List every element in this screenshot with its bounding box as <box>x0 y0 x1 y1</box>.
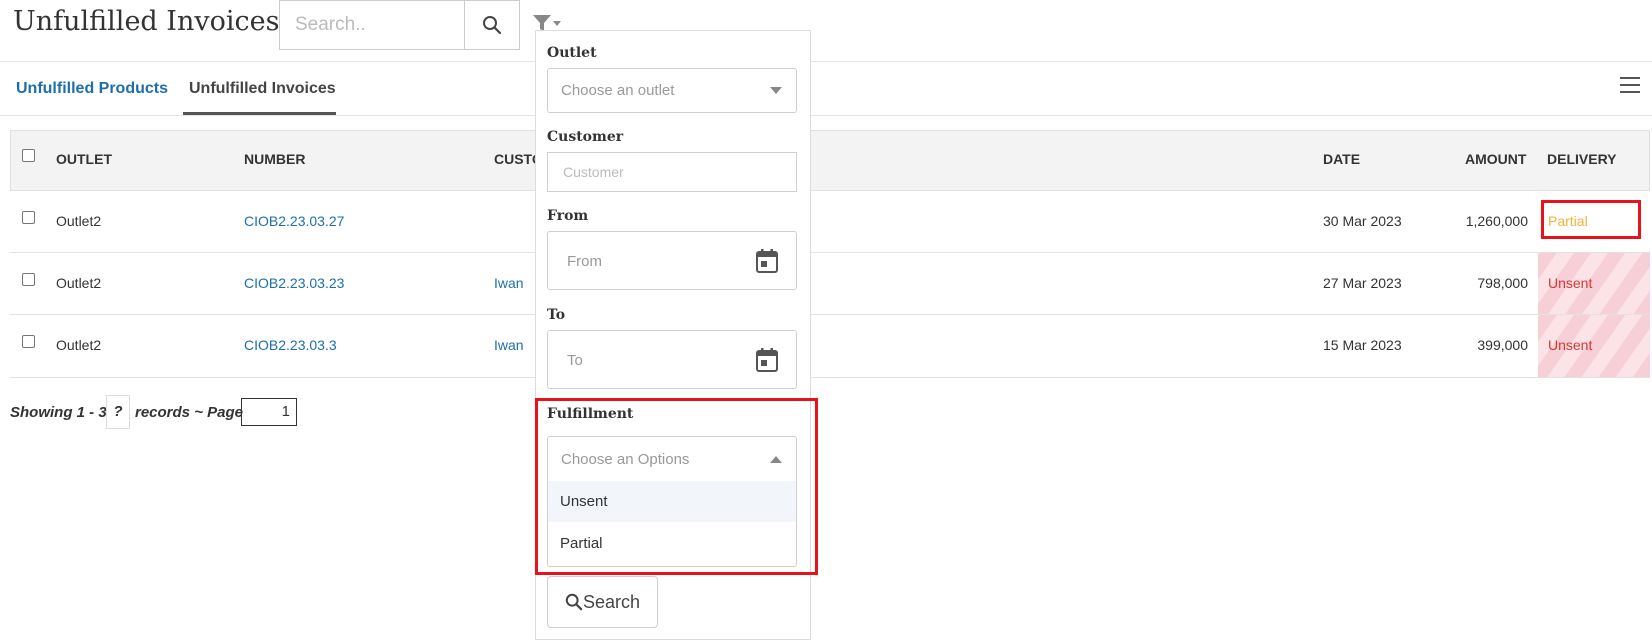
filter-search-button-label: Search <box>582 591 641 612</box>
outlet-label: Outlet <box>547 45 597 61</box>
tabs-divider <box>0 115 1652 116</box>
column-header-outlet[interactable]: OUTLET <box>56 151 112 167</box>
select-all-checkbox[interactable] <box>22 149 35 162</box>
cell-outlet: Outlet2 <box>56 213 102 229</box>
row-checkbox[interactable] <box>22 273 35 286</box>
hamburger-menu-icon[interactable] <box>1620 77 1640 95</box>
search-box <box>279 0 520 50</box>
fulfillment-option-partial[interactable]: Partial <box>548 523 796 564</box>
chevron-down-icon <box>770 87 782 94</box>
cell-date: 30 Mar 2023 <box>1323 213 1402 229</box>
records-summary: Showing 1 - 3 <box>10 404 107 421</box>
customer-input-placeholder: Customer <box>563 164 624 180</box>
fulfillment-label: Fulfillment <box>547 406 634 422</box>
delivery-status-badge: Unsent <box>1548 337 1593 353</box>
customer-link[interactable]: Iwan <box>494 275 524 291</box>
page-title: Unfulfilled Invoices <box>13 6 280 37</box>
to-date-placeholder: To <box>567 352 583 369</box>
row-divider <box>10 314 1650 315</box>
invoice-number-link[interactable]: CIOB2.23.03.3 <box>244 337 337 353</box>
from-label: From <box>547 208 589 224</box>
from-date-input[interactable]: From <box>547 231 797 290</box>
to-date-input[interactable]: To <box>547 330 797 389</box>
fulfillment-option-unsent[interactable]: Unsent <box>548 481 796 522</box>
cell-amount: 399,000 <box>1477 337 1528 353</box>
calendar-icon[interactable] <box>755 347 779 373</box>
column-header-amount[interactable]: AMOUNT <box>1465 151 1526 167</box>
search-icon <box>483 16 502 35</box>
delivery-status-badge: Unsent <box>1548 275 1593 291</box>
cell-outlet: Outlet2 <box>56 275 102 291</box>
search-button[interactable] <box>464 1 519 49</box>
cell-date: 27 Mar 2023 <box>1323 275 1402 291</box>
outlet-select-placeholder: Choose an outlet <box>561 82 675 99</box>
invoice-number-link[interactable]: CIOB2.23.03.23 <box>244 275 344 291</box>
cell-amount: 798,000 <box>1477 275 1528 291</box>
tab-unfulfilled-products[interactable]: Unfulfilled Products <box>16 80 168 98</box>
page-number-input[interactable]: 1 <box>241 398 297 426</box>
customer-link[interactable]: Iwan <box>494 337 524 353</box>
filter-search-button[interactable]: Search <box>547 576 658 628</box>
search-input[interactable] <box>280 1 464 49</box>
cell-date: 15 Mar 2023 <box>1323 337 1402 353</box>
row-checkbox[interactable] <box>22 335 35 348</box>
fulfillment-select-placeholder: Choose an Options <box>561 451 690 468</box>
customer-input[interactable]: Customer <box>547 152 797 192</box>
search-icon <box>565 593 583 611</box>
invoice-number-link[interactable]: CIOB2.23.03.27 <box>244 213 344 229</box>
cell-amount: 1,260,000 <box>1465 213 1528 229</box>
chevron-up-icon <box>770 456 782 463</box>
column-header-delivery[interactable]: DELIVERY <box>1547 151 1617 167</box>
customer-label: Customer <box>547 129 624 145</box>
delivery-status-badge: Partial <box>1548 213 1588 229</box>
records-page-label: records ~ Page <box>135 404 243 421</box>
from-date-placeholder: From <box>567 253 602 270</box>
column-header-number[interactable]: NUMBER <box>244 151 305 167</box>
row-divider <box>10 377 1650 378</box>
outlet-select[interactable]: Choose an outlet <box>547 68 797 113</box>
total-records-count: ? <box>106 395 130 429</box>
calendar-icon[interactable] <box>755 248 779 274</box>
row-divider <box>10 252 1650 253</box>
tab-unfulfilled-invoices[interactable]: Unfulfilled Invoices <box>189 80 336 98</box>
row-checkbox[interactable] <box>22 211 35 224</box>
to-label: To <box>547 307 566 323</box>
cell-outlet: Outlet2 <box>56 337 102 353</box>
column-header-date[interactable]: DATE <box>1323 151 1360 167</box>
header-divider <box>0 61 1652 62</box>
